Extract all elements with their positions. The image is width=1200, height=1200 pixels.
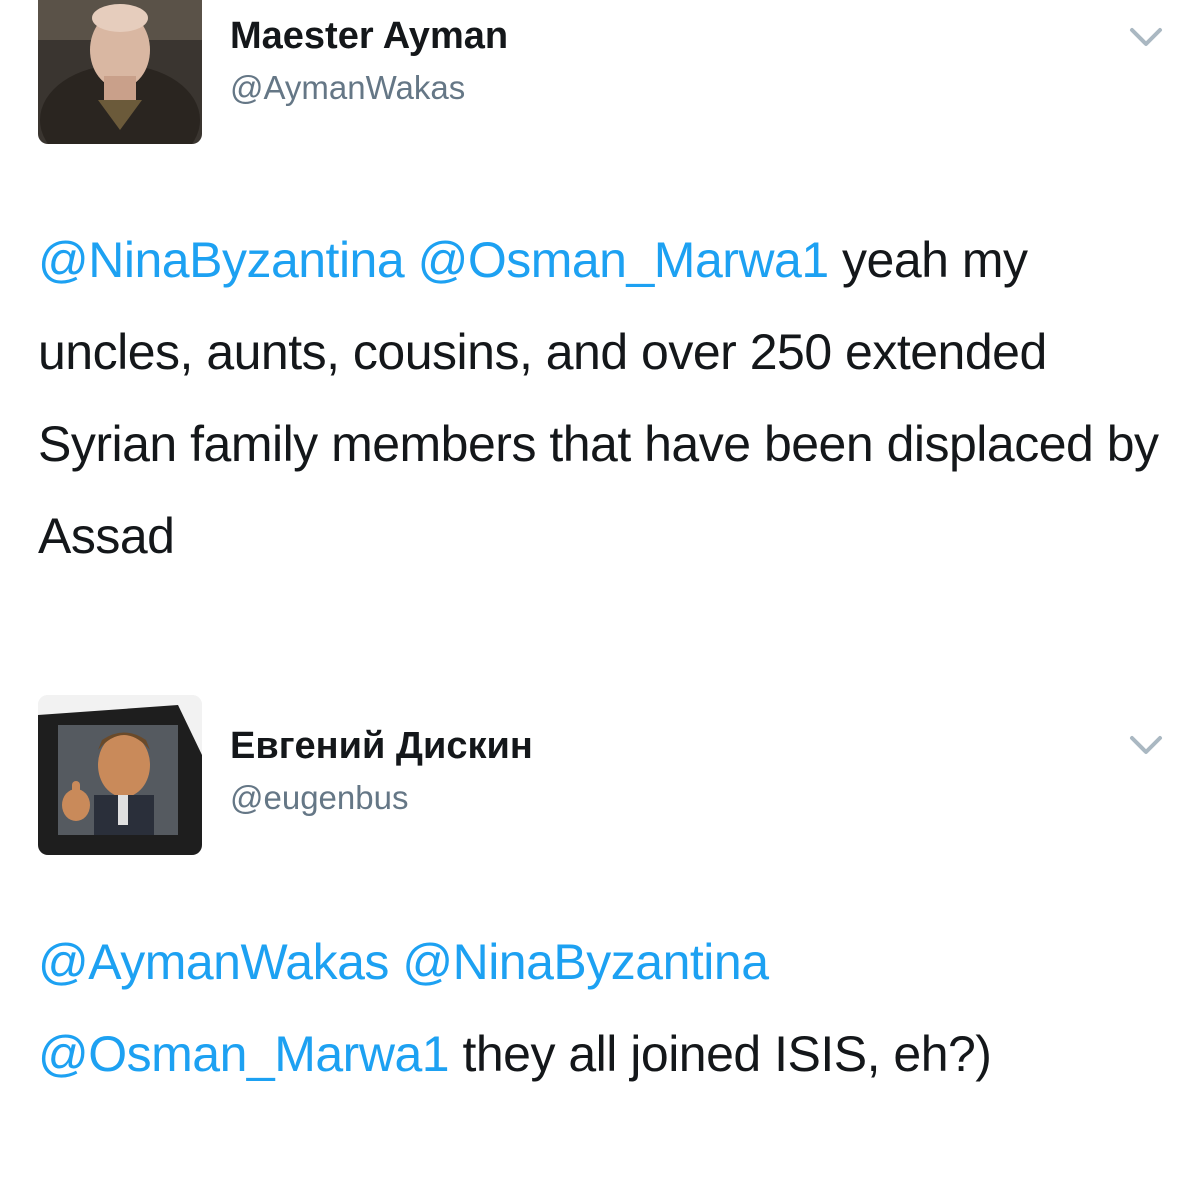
- mention-link[interactable]: @AymanWakas: [38, 934, 389, 990]
- tweet: Maester Ayman @AymanWakas @NinaByzantina…: [0, 0, 1200, 680]
- user-handle[interactable]: @eugenbus: [230, 778, 408, 818]
- mention-link[interactable]: @Osman_Marwa1: [418, 232, 830, 288]
- mention-link[interactable]: @Osman_Marwa1: [38, 1026, 450, 1082]
- avatar[interactable]: [38, 695, 202, 855]
- tweet-text: @NinaByzantina @Osman_Marwa1 yeah my unc…: [38, 214, 1168, 582]
- avatar[interactable]: [38, 0, 202, 144]
- tweet-text: @AymanWakas @NinaByzantina @Osman_Marwa1…: [38, 916, 1168, 1100]
- avatar-thumbs-up-car-photo: [38, 695, 202, 855]
- tweet-body: they all joined ISIS, eh?): [462, 1026, 992, 1082]
- tweet: Евгений Дискин @eugenbus @AymanWakas @Ni…: [0, 680, 1200, 1200]
- mention-link[interactable]: @NinaByzantina: [402, 934, 769, 990]
- chevron-down-icon[interactable]: [1126, 22, 1166, 52]
- chevron-down-icon[interactable]: [1126, 730, 1166, 760]
- mention-link[interactable]: @NinaByzantina: [38, 232, 405, 288]
- display-name[interactable]: Maester Ayman: [230, 14, 508, 58]
- avatar-elderly-man-photo: [38, 0, 202, 144]
- display-name[interactable]: Евгений Дискин: [230, 724, 533, 768]
- user-handle[interactable]: @AymanWakas: [230, 68, 465, 108]
